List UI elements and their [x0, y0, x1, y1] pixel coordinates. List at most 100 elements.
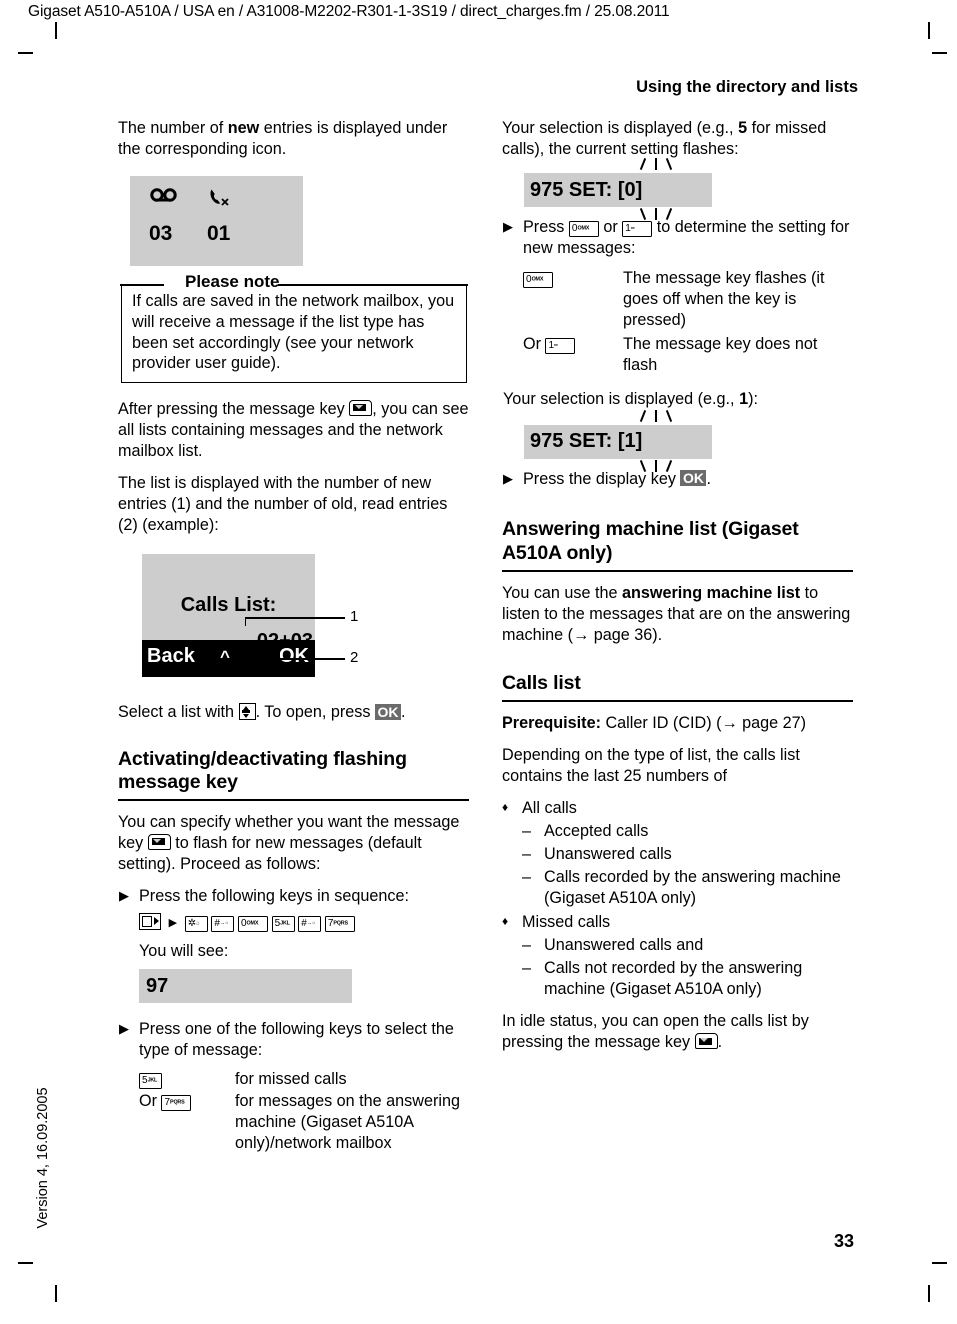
selection-displayed-paragraph-1: Your selection is displayed (e.g., 1): — [503, 389, 853, 410]
digit-0-key-icon[interactable]: 0OMX — [237, 916, 268, 933]
digit-5-key-icon[interactable]: 5JKL — [271, 916, 295, 933]
step-select-message-type: ▶ Press one of the following keys to sel… — [118, 1019, 469, 1155]
list-item: – Calls recorded by the answering machin… — [522, 867, 853, 909]
press-setting-text1: Press — [523, 218, 569, 237]
crop-mark-top-right-horizontal — [932, 52, 947, 54]
heading-activating-flashing-message-key: Activating/deactivating flashing message… — [118, 747, 407, 794]
digit-0-key-icon[interactable]: 0OMX — [568, 221, 599, 238]
dash-bullet-icon: – — [522, 821, 532, 840]
right-column: Your selection is displayed (e.g., 5 for… — [502, 118, 853, 1064]
list-item: ♦ All calls — [502, 798, 853, 819]
version-side-text: Version 4, 16.09.2005 — [35, 1087, 51, 1229]
voicemail-icon — [150, 187, 178, 210]
voicemail-count: 03 — [149, 222, 173, 246]
calls-list-display-wrap: Calls List: 02+03 Back ^ OK 1 2 — [118, 548, 469, 708]
intro-text-bold: new — [227, 119, 260, 137]
crop-mark-bottom-right-horizontal — [932, 1262, 947, 1264]
page-ref-arrow-icon: → — [721, 713, 738, 732]
idle-text1: In idle status, you can open the calls l… — [502, 1012, 809, 1052]
callout-2: 2 — [118, 548, 358, 688]
or-label: Or — [139, 1092, 162, 1111]
idle-text2: . — [717, 1033, 723, 1052]
heading-rule-1 — [118, 799, 469, 802]
crop-mark-top-right-vertical — [928, 22, 930, 39]
missed-call-count: 01 — [207, 222, 231, 246]
crop-mark-top-left-horizontal — [18, 52, 33, 54]
prereq-text2: page 27) — [737, 713, 807, 732]
you-will-see-label: You will see: — [139, 942, 229, 961]
step-press-keys-sequence: ▶ Press the following keys in sequence: … — [118, 886, 469, 1008]
sequence-arrow-icon: ▶ — [168, 917, 178, 930]
depending-paragraph: Depending on the type of list, the calls… — [502, 745, 800, 785]
list-item: – Unanswered calls — [522, 844, 853, 865]
prereq-bold: Prerequisite: — [502, 713, 601, 732]
digit-1-key-icon[interactable]: 1∞ — [622, 221, 653, 238]
star-key-icon[interactable]: ✲⌂ — [184, 916, 208, 933]
or-label: Or — [523, 335, 546, 354]
step-press-keys-label: Press the following keys in sequence: — [139, 887, 409, 906]
prereq-text: Caller ID (CID) ( — [600, 713, 722, 732]
sel0-text1: Your selection is displayed (e.g., — [502, 119, 739, 137]
setting-row-no-flash: Or 1∞ The message key does not flash — [523, 334, 853, 375]
setting-row-desc: The message key flashes (it goes off whe… — [623, 269, 825, 329]
heading-calls-list: Calls list — [502, 671, 581, 694]
display-key-icon[interactable] — [139, 913, 161, 931]
message-key-icon — [694, 1033, 718, 1050]
left-column: The number of new entries is displayed u… — [118, 118, 469, 1166]
missed-call-icon — [208, 187, 236, 213]
page-number: 33 — [834, 1231, 855, 1251]
lcd-97-value: 97 — [146, 975, 169, 998]
specify-paragraph: You can specify whether you want the mes… — [118, 812, 469, 875]
hash-key-icon[interactable]: #→○ — [211, 916, 235, 933]
please-note-box: Please note If calls are saved in the ne… — [120, 272, 468, 384]
message-key-icon — [349, 400, 373, 417]
sel1-text2: ): — [748, 389, 758, 408]
sel0-bold: 5 — [738, 119, 748, 137]
heading-rule-2 — [502, 569, 853, 572]
flash-marks-top-icon — [636, 158, 686, 172]
heading-rule-3 — [502, 699, 853, 702]
sel1-bold: 1 — [739, 389, 749, 408]
sub-bullet-label: Unanswered calls and — [544, 936, 704, 955]
key-sequence-row: ▶ ✲⌂ #→○ 0OMX 5JKL #→○ 7PQRS — [139, 913, 469, 933]
list-item: – Calls not recorded by the answering ma… — [522, 958, 853, 1000]
lcd-display-975-set-0: 975 SET: [0] — [524, 158, 712, 221]
list-item: – Unanswered calls and — [522, 935, 853, 956]
heading-answering-machine-list: Answering machine list (Gigaset A510A on… — [502, 518, 799, 564]
step-arrow-icon: ▶ — [503, 470, 513, 486]
dash-bullet-icon: – — [522, 867, 532, 886]
am-text1: You can use the — [502, 583, 623, 602]
type-row-desc: for missed calls — [235, 1069, 347, 1088]
setting-row-key-cell: 0OMX — [523, 268, 623, 330]
crop-mark-bottom-right-vertical — [928, 1285, 930, 1302]
after-message-key-paragraph: After pressing the message key , you can… — [118, 399, 469, 462]
setting-row-key-cell: Or 1∞ — [523, 334, 623, 375]
step-arrow-icon: ▶ — [119, 888, 129, 904]
sub-bullet-label: Unanswered calls — [544, 844, 672, 863]
dash-bullet-icon: – — [522, 959, 532, 978]
type-row-desc: for messages on the answering machine (G… — [235, 1092, 460, 1152]
digit-5-key-icon[interactable]: 5JKL — [139, 1072, 162, 1089]
prerequisite-paragraph: Prerequisite: Caller ID (CID) (→ page 27… — [502, 713, 853, 734]
setting-row-desc: The message key does not flash — [623, 335, 818, 375]
sub-bullet-label: Calls not recorded by the answering mach… — [544, 959, 803, 999]
intro-text-part1: The number of — [118, 119, 228, 137]
bullet-label: All calls — [522, 798, 577, 817]
please-note-title: Please note — [178, 272, 287, 293]
press-ok-text2: . — [706, 469, 711, 488]
step-press-setting-keys: ▶ Press 0OMX or 1∞ to determine the sett… — [502, 217, 853, 413]
digit-0-key-icon[interactable]: 0OMX — [523, 272, 553, 289]
callout-2-label: 2 — [350, 649, 359, 667]
bullet-label: Missed calls — [522, 913, 611, 932]
type-row-key-cell: 5JKL — [139, 1069, 235, 1090]
type-row-key-cell: Or 7PQRS — [139, 1091, 235, 1153]
flash-marks-top-icon — [636, 409, 686, 424]
sel1-text1: Your selection is displayed (e.g., — [503, 389, 740, 408]
please-note-text: If calls are saved in the network mailbo… — [132, 292, 455, 373]
flash-marks-bottom-icon — [636, 459, 686, 474]
digit-7-key-icon[interactable]: 7PQRS — [161, 1095, 192, 1112]
digit-7-key-icon[interactable]: 7PQRS — [324, 916, 355, 933]
hash-key-icon[interactable]: #→○ — [298, 916, 322, 933]
document-header-line: Gigaset A510-A510A / USA en / A31008-M22… — [28, 3, 670, 20]
digit-1-key-icon[interactable]: 1∞ — [545, 338, 576, 355]
